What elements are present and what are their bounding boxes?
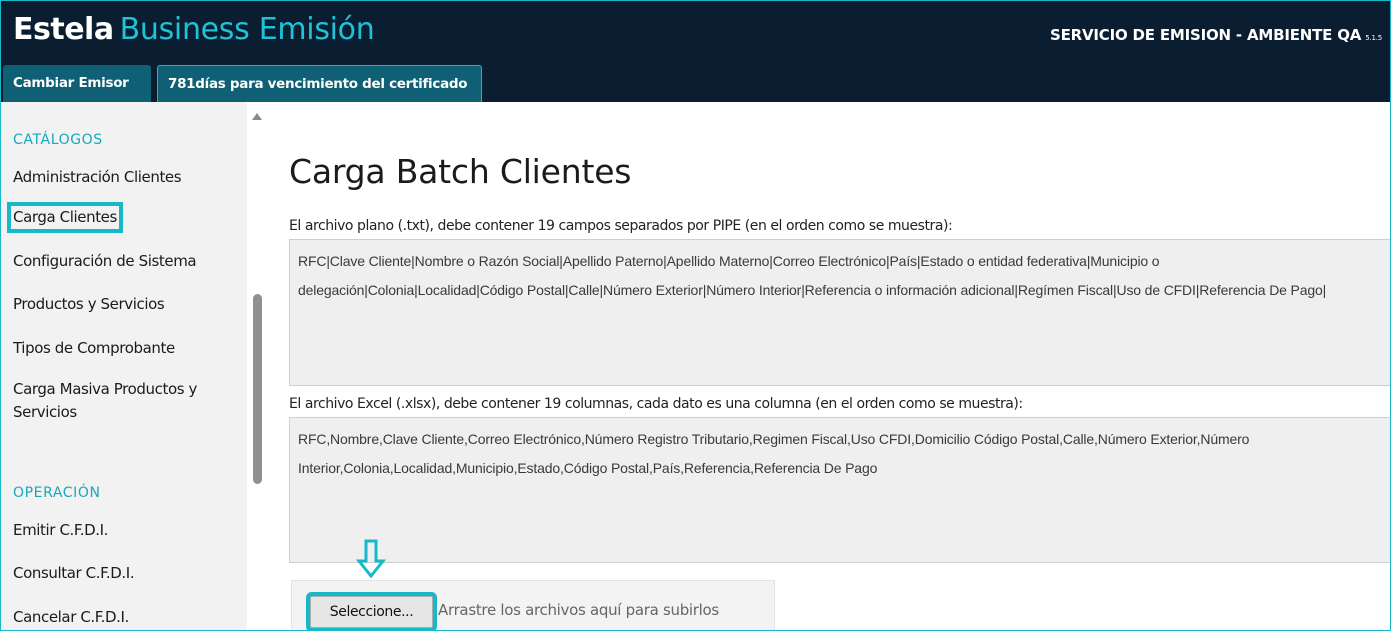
sidebar-item-productos-servicios[interactable]: Productos y Servicios — [13, 293, 165, 316]
sidebar-item-emitir-cfdi[interactable]: Emitir C.F.D.I. — [13, 519, 108, 542]
brand-name: Estela — [13, 12, 114, 47]
section-title-operacion: OPERACIÓN — [13, 485, 101, 501]
section-title-catalogos: CATÁLOGOS — [13, 132, 103, 148]
xlsx-format-box: RFC,Nombre,Clave Cliente,Correo Electrón… — [289, 417, 1390, 563]
drop-zone-text: Arrastre los archivos aquí para subirlos — [438, 601, 719, 619]
sidebar-item-administracion-clientes[interactable]: Administración Clientes — [13, 166, 182, 189]
sidebar: CATÁLOGOS Administración Clientes Carga … — [1, 102, 247, 630]
sidebar-item-cancelar-cfdi[interactable]: Cancelar C.F.D.I. — [13, 606, 129, 629]
sidebar-item-tipos-comprobante[interactable]: Tipos de Comprobante — [13, 337, 175, 360]
top-bar: Estela Business Emisión SERVICIO DE EMISI… — [1, 1, 1390, 102]
sidebar-item-carga-clientes[interactable]: Carga Clientes — [7, 202, 123, 233]
environment-label: SERVICIO DE EMISION - AMBIENTE QA 5.1.5 — [1050, 26, 1382, 44]
certificate-expiry-tab[interactable]: 781días para vencimiento del certificado — [157, 65, 482, 102]
change-issuer-tab[interactable]: Cambiar Emisor — [3, 65, 151, 102]
xlsx-format-hint: El archivo Excel (.xlsx), debe contener … — [289, 396, 1023, 412]
service-name: SERVICIO DE EMISION - AMBIENTE QA — [1049, 26, 1362, 44]
brand-product: Business Emisión — [119, 12, 375, 47]
sidebar-item-carga-masiva-productos[interactable]: Carga Masiva Productos y Servicios — [13, 378, 241, 424]
page-title: Carga Batch Clientes — [289, 152, 632, 191]
select-file-button[interactable]: Seleccione... — [310, 596, 433, 628]
txt-format-box: RFC|Clave Cliente|Nombre o Razón Social|… — [289, 239, 1390, 386]
scroll-up-arrow-icon[interactable] — [252, 113, 262, 120]
arrow-down-icon — [356, 539, 386, 579]
sidebar-item-consultar-cfdi[interactable]: Consultar C.F.D.I. — [13, 562, 135, 585]
brand-logo: Estela Business Emisión — [13, 12, 375, 56]
sidebar-scrollbar-thumb[interactable] — [253, 294, 262, 484]
file-upload-area[interactable]: Seleccione... Arrastre los archivos aquí… — [291, 580, 775, 630]
txt-format-hint: El archivo plano (.txt), debe contener 1… — [289, 218, 953, 234]
sidebar-item-configuracion-sistema[interactable]: Configuración de Sistema — [13, 250, 197, 273]
main-content: Carga Batch Clientes El archivo plano (.… — [263, 102, 1390, 630]
version-label: 5.1.5 — [1365, 34, 1382, 42]
app-window: Estela Business Emisión SERVICIO DE EMISI… — [0, 0, 1391, 631]
